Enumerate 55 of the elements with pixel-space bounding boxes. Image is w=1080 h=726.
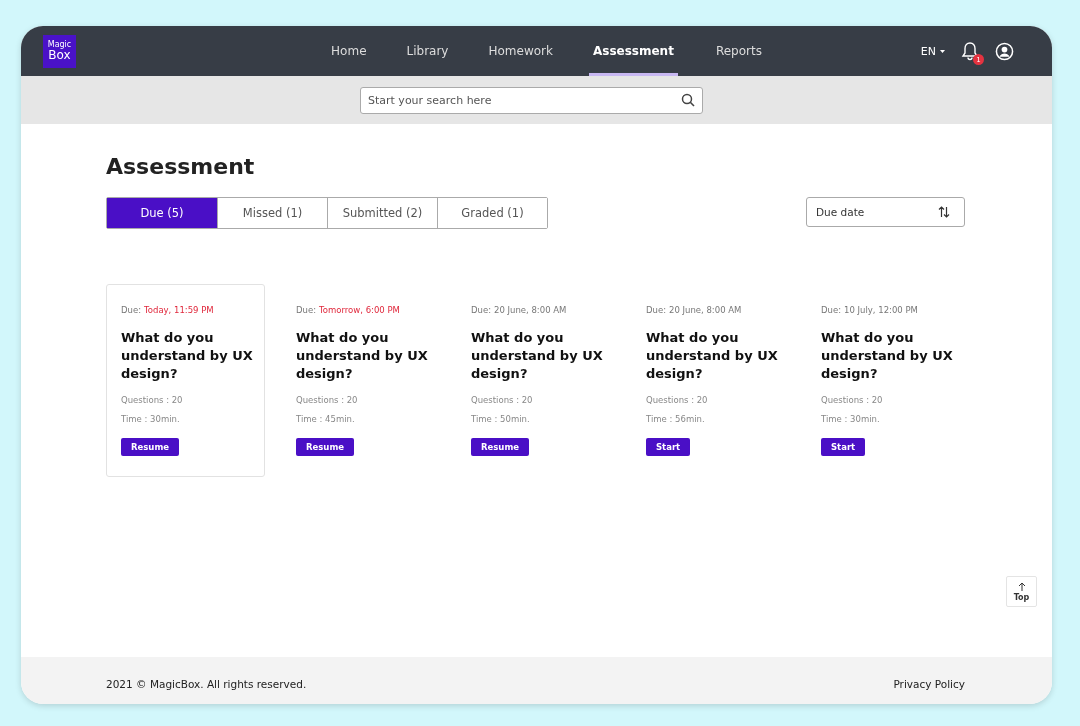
search-field[interactable]: Start your search here <box>360 86 703 114</box>
time-limit: Time : 30min. <box>121 414 181 424</box>
nav-link[interactable]: Homework <box>468 26 573 76</box>
due-label: Due: <box>471 305 492 315</box>
sort-dropdown[interactable]: Due date <box>806 197 965 227</box>
action-button[interactable]: Resume <box>471 438 530 456</box>
assessment-card[interactable]: Due: 20 June, 8:00 AM What do you understand by UX design? Questions : 20 Time : 50min. Resume <box>456 284 615 477</box>
due-date: 20 June, 8:00 AM <box>494 305 567 315</box>
privacy-policy-link[interactable]: Privacy Policy <box>893 677 965 690</box>
bell-icon[interactable] <box>961 41 979 61</box>
action-button[interactable]: Start <box>821 438 866 456</box>
assessment-card[interactable]: Due: Tomorrow, 6:00 PM What do you understand by UX design? Questions : 20 Time : 45min. Resume <box>281 284 440 477</box>
card-title: What do you understand by UX design? <box>821 329 954 383</box>
nav-link[interactable]: Library <box>386 26 469 76</box>
due-date: Today, 11:59 PM <box>144 305 214 315</box>
due-date: Tomorrow, 6:00 PM <box>319 305 400 315</box>
card-title: What do you understand by UX design? <box>646 329 779 383</box>
card-title: What do you understand by UX design? <box>471 329 604 383</box>
time-limit: Time : 50min. <box>471 414 531 424</box>
assessment-card[interactable]: Due: 20 June, 8:00 AM What do you understand by UX design? Questions : 20 Time : 56min. Start <box>631 284 790 477</box>
due-label: Due: <box>821 305 842 315</box>
question-count: Questions : 20 <box>646 395 709 405</box>
assessment-card[interactable]: Due: Today, 11:59 PM What do you understand by UX design? Questions : 20 Time : 30min. Resume <box>106 284 265 477</box>
action-button[interactable]: Resume <box>296 438 355 456</box>
due-label: Due: <box>646 305 667 315</box>
up-arrow-icon <box>1017 581 1026 591</box>
copyright-text: 2021 © MagicBox. All rights reserved. <box>106 677 307 690</box>
back-to-top-button[interactable]: Top <box>1006 576 1037 607</box>
user-avatar-icon[interactable] <box>995 41 1014 61</box>
time-limit: Time : 30min. <box>821 414 881 424</box>
action-button[interactable]: Start <box>646 438 691 456</box>
time-limit: Time : 56min. <box>646 414 706 424</box>
question-count: Questions : 20 <box>121 395 184 405</box>
nav-link[interactable]: Reports <box>695 26 782 76</box>
card-title: What do you understand by UX design? <box>121 329 254 383</box>
filter-tab[interactable]: Due (5) <box>107 198 217 228</box>
question-count: Questions : 20 <box>471 395 534 405</box>
language-selector[interactable]: EN <box>920 44 945 58</box>
assessment-card[interactable]: Due: 10 July, 12:00 PM What do you understand by UX design? Questions : 20 Time : 30min. Start <box>806 284 965 477</box>
sort-icon <box>938 206 950 218</box>
action-button[interactable]: Resume <box>121 438 180 456</box>
nav-link[interactable]: Home <box>311 26 387 76</box>
time-limit: Time : 45min. <box>296 414 356 424</box>
logo[interactable]: Magic Box <box>43 34 76 68</box>
search-icon[interactable] <box>681 92 695 107</box>
filter-tab[interactable]: Graded (1) <box>437 198 547 228</box>
due-date: 10 July, 12:00 PM <box>844 305 918 315</box>
due-label: Due: <box>121 305 142 315</box>
question-count: Questions : 20 <box>821 395 884 405</box>
caret-icon <box>940 49 945 53</box>
card-title: What do you understand by UX design? <box>296 329 429 383</box>
due-label: Due: <box>296 305 317 315</box>
page-title: Assessment <box>106 154 256 179</box>
question-count: Questions : 20 <box>296 395 359 405</box>
due-date: 20 June, 8:00 AM <box>669 305 742 315</box>
